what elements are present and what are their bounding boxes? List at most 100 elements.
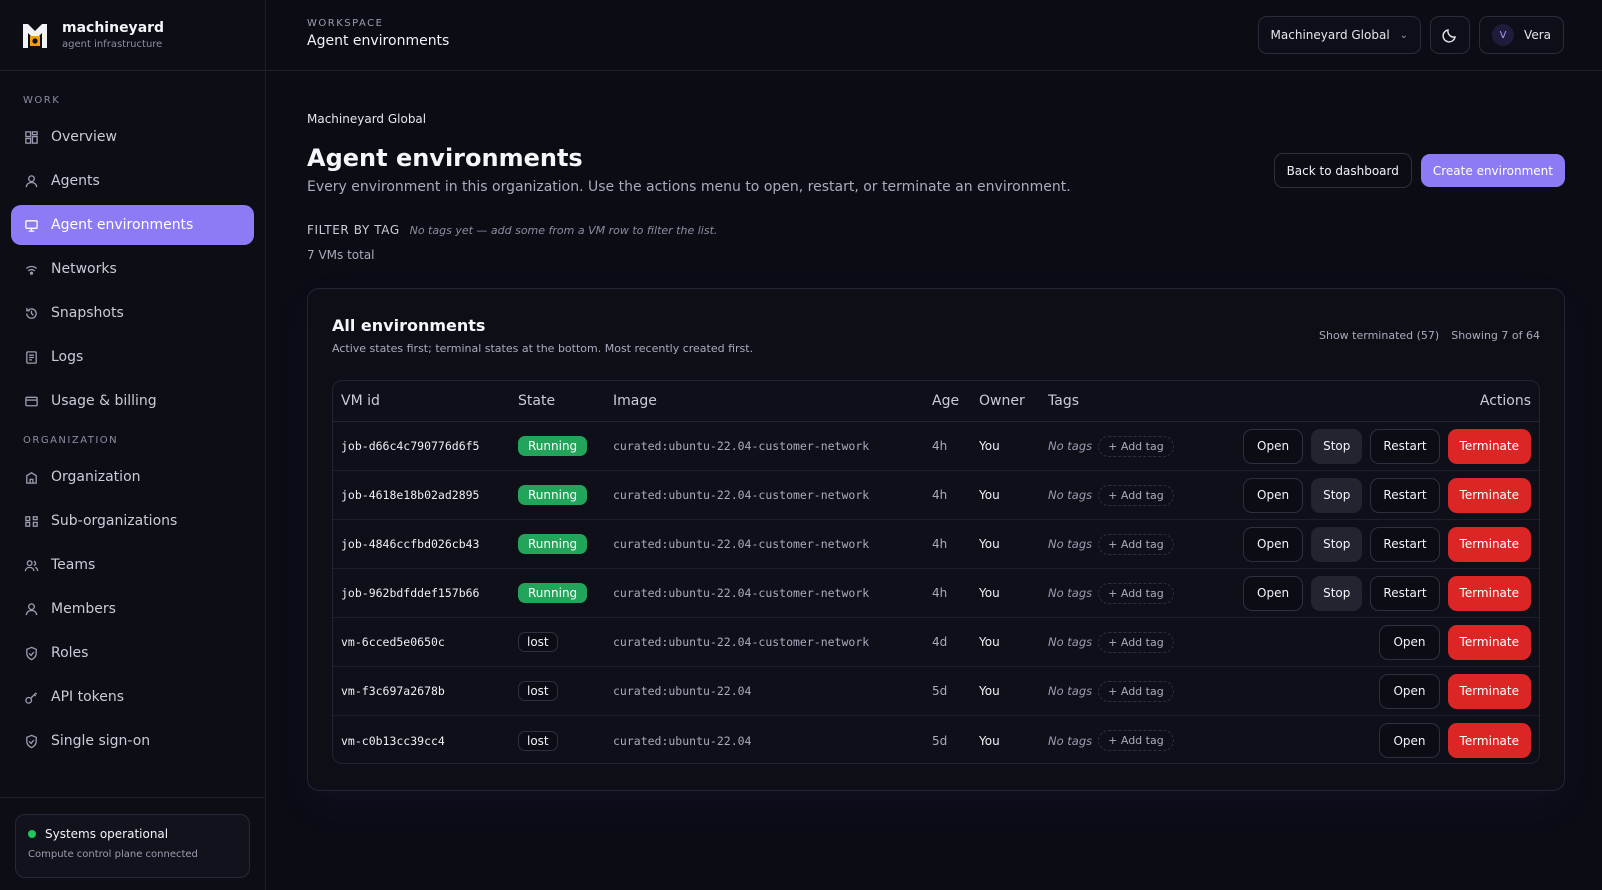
restart-button[interactable]: Restart	[1370, 428, 1440, 464]
tag-filter: FILTER BY TAG No tags yet — add some fro…	[307, 223, 717, 237]
page-title: Agent environments	[307, 144, 583, 172]
vm-age: 5d	[932, 684, 948, 698]
vm-id[interactable]: vm-c0b13cc39cc4	[333, 734, 514, 748]
terminate-button[interactable]: Terminate	[1447, 723, 1531, 758]
sidebar-item-teams[interactable]: Teams	[11, 545, 254, 585]
user-name: Vera	[1524, 28, 1551, 42]
stop-button[interactable]: Stop	[1311, 575, 1363, 611]
card-subtitle: Active states first; terminal states at …	[332, 342, 754, 355]
table-row: job-d66c4c790776d6f5 Running curated:ubu…	[333, 422, 1539, 471]
sidebar-item-roles[interactable]: Roles	[11, 633, 254, 673]
add-tag-button[interactable]: + Add tag	[1098, 582, 1174, 604]
back-to-dashboard-button[interactable]: Back to dashboard	[1273, 153, 1412, 188]
sidebar-item-single-sign-on[interactable]: Single sign-on	[11, 721, 254, 761]
table-row: job-962bdfddef157b66 Running curated:ubu…	[333, 569, 1539, 618]
open-button[interactable]: Open	[1379, 624, 1440, 660]
vm-image: curated:ubuntu-22.04-customer-network	[613, 635, 870, 649]
status-badge: lost	[518, 632, 558, 652]
brand[interactable]: machineyard agent infrastructure	[0, 0, 265, 71]
vm-owner: You	[979, 488, 1000, 502]
key-icon	[23, 689, 39, 705]
add-tag-button[interactable]: + Add tag	[1098, 680, 1174, 702]
terminate-button[interactable]: Terminate	[1447, 624, 1531, 660]
workspace-eyebrow: WORKSPACE	[307, 18, 384, 29]
restart-button[interactable]: Restart	[1370, 575, 1440, 611]
status-badge: Running	[518, 436, 588, 456]
vm-owner: You	[979, 439, 1000, 453]
sidebar-item-members[interactable]: Members	[11, 589, 254, 629]
vm-id[interactable]: vm-6cced5e0650c	[333, 635, 514, 649]
vm-id[interactable]: job-d66c4c790776d6f5	[333, 439, 514, 453]
column-actions: Actions	[1479, 393, 1531, 409]
show-terminated-toggle[interactable]: Show terminated (57)	[1319, 329, 1439, 342]
add-tag-button[interactable]: + Add tag	[1098, 533, 1174, 555]
create-environment-button[interactable]: Create environment	[1420, 154, 1565, 187]
stop-button[interactable]: Stop	[1311, 526, 1363, 562]
terminate-button[interactable]: Terminate	[1447, 428, 1531, 464]
breadcrumb[interactable]: Machineyard Global	[307, 112, 426, 126]
sidebar-item-snapshots[interactable]: Snapshots	[11, 293, 254, 333]
nav-heading-organization: ORGANIZATION	[23, 435, 119, 446]
sidebar-item-api-tokens[interactable]: API tokens	[11, 677, 254, 717]
card-meta: Show terminated (57) Showing 7 of 64	[1319, 329, 1540, 342]
vm-owner: You	[979, 635, 1000, 649]
open-button[interactable]: Open	[1243, 526, 1304, 562]
open-button[interactable]: Open	[1243, 575, 1304, 611]
status-badge: lost	[518, 730, 558, 751]
vm-id[interactable]: job-4618e18b02ad2895	[333, 488, 514, 502]
column-state[interactable]: State	[514, 393, 613, 409]
org-selector[interactable]: Machineyard Global ⌄	[1257, 16, 1422, 54]
vm-id[interactable]: vm-f3c697a2678b	[333, 684, 514, 698]
sidebar-item-organization[interactable]: Organization	[11, 457, 254, 497]
wifi-icon	[23, 261, 39, 277]
person-icon	[23, 601, 39, 617]
column-owner[interactable]: Owner	[979, 393, 1048, 409]
open-button[interactable]: Open	[1243, 428, 1304, 464]
column-vm-id[interactable]: VM id	[333, 393, 514, 409]
document-icon	[23, 349, 39, 365]
terminate-button[interactable]: Terminate	[1447, 477, 1531, 513]
sidebar-item-overview[interactable]: Overview	[11, 117, 254, 157]
no-tags-label: No tags	[1048, 684, 1093, 698]
vm-owner: You	[979, 733, 1000, 748]
header-controls: Machineyard Global ⌄ V Vera	[1257, 16, 1564, 54]
add-tag-button[interactable]: + Add tag	[1098, 631, 1174, 653]
terminate-button[interactable]: Terminate	[1447, 575, 1531, 611]
theme-toggle-button[interactable]	[1430, 16, 1471, 54]
column-age[interactable]: Age	[932, 393, 979, 409]
add-tag-button[interactable]: + Add tag	[1098, 730, 1174, 751]
no-tags-label: No tags	[1048, 586, 1093, 600]
sidebar-item-usage-billing[interactable]: Usage & billing	[11, 381, 254, 421]
vm-age: 4h	[932, 537, 948, 551]
sidebar-item-agent-environments[interactable]: Agent environments	[11, 205, 254, 245]
vm-id[interactable]: job-962bdfddef157b66	[333, 586, 514, 600]
sidebar-item-sub-organizations[interactable]: Sub-organizations	[11, 501, 254, 541]
open-button[interactable]: Open	[1243, 477, 1304, 513]
add-tag-button[interactable]: + Add tag	[1098, 484, 1174, 506]
restart-button[interactable]: Restart	[1370, 526, 1440, 562]
sidebar-item-logs[interactable]: Logs	[11, 337, 254, 377]
stop-button[interactable]: Stop	[1311, 477, 1363, 513]
filter-hint: No tags yet — add some from a VM row to …	[409, 224, 718, 237]
building-icon	[23, 469, 39, 485]
open-button[interactable]: Open	[1379, 723, 1440, 758]
stop-button[interactable]: Stop	[1311, 428, 1363, 464]
terminate-button[interactable]: Terminate	[1447, 526, 1531, 562]
open-button[interactable]: Open	[1379, 673, 1440, 709]
restart-button[interactable]: Restart	[1370, 477, 1440, 513]
vm-age: 4h	[932, 439, 948, 453]
column-image[interactable]: Image	[613, 393, 932, 409]
vm-image: curated:ubuntu-22.04	[613, 733, 752, 748]
user-menu-button[interactable]: V Vera	[1479, 16, 1564, 54]
monitor-icon	[23, 217, 39, 233]
sidebar-item-networks[interactable]: Networks	[11, 249, 254, 289]
sidebar-item-label: Organization	[51, 469, 141, 485]
status-title: Systems operational	[45, 827, 169, 841]
vm-age: 5d	[932, 733, 948, 748]
table-row: vm-c0b13cc39cc4 lost curated:ubuntu-22.0…	[333, 716, 1539, 763]
sidebar-item-agents[interactable]: Agents	[11, 161, 254, 201]
vm-id[interactable]: job-4846ccfbd026cb43	[333, 537, 514, 551]
terminate-button[interactable]: Terminate	[1447, 673, 1531, 709]
add-tag-button[interactable]: + Add tag	[1098, 435, 1174, 457]
history-icon	[23, 305, 39, 321]
